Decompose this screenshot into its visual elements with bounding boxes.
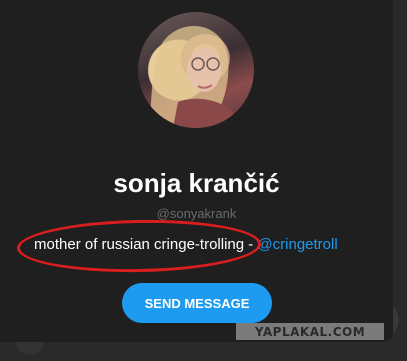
send-message-button[interactable]: SEND MESSAGE: [122, 283, 272, 323]
avatar-photo: [148, 25, 233, 128]
highlight-annotation: [16, 217, 262, 275]
bio-link[interactable]: @cringetroll: [257, 236, 337, 253]
profile-card: sonja krančić @sonyakrank mother of russ…: [0, 0, 393, 342]
profile-name: sonja krančić: [113, 168, 280, 198]
profile-handle[interactable]: @sonyakrank: [0, 206, 393, 221]
avatar[interactable]: [138, 12, 254, 128]
watermark: YAPLAKAL.COM: [236, 323, 384, 340]
